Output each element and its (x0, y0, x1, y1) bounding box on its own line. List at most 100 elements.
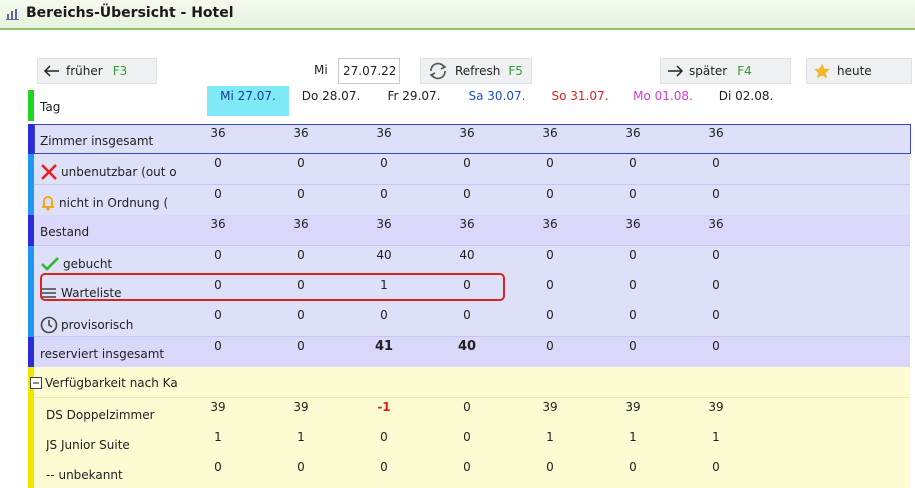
table-cell[interactable]: 0 (676, 308, 756, 322)
table-cell[interactable]: 0 (510, 339, 590, 353)
table-cell[interactable]: 0 (676, 187, 756, 201)
table-cell[interactable]: 0 (178, 460, 258, 474)
table-cell[interactable]: 0 (261, 308, 341, 322)
table-cell[interactable]: 0 (178, 308, 258, 322)
table-cell[interactable]: 0 (593, 339, 673, 353)
table-cell[interactable]: 0 (593, 278, 673, 292)
table-cell[interactable]: 0 (427, 187, 507, 201)
table-cell[interactable]: 1 (178, 430, 258, 444)
table-cell[interactable]: 1 (593, 430, 673, 444)
table-cell[interactable]: 36 (344, 126, 424, 140)
table-row[interactable]: -- unbekannt 0 0 0 0 0 0 0 (28, 458, 910, 488)
table-cell[interactable]: 39 (261, 400, 341, 414)
table-cell[interactable]: 36 (261, 217, 341, 231)
table-row[interactable]: JS Junior Suite 1 1 0 0 1 1 1 (28, 428, 910, 459)
table-cell[interactable]: 0 (676, 156, 756, 170)
table-cell[interactable]: 0 (178, 278, 258, 292)
table-row[interactable]: unbenutzbar (out o0000000 (28, 154, 910, 186)
table-cell[interactable]: 1 (676, 430, 756, 444)
table-cell[interactable]: 36 (593, 217, 673, 231)
table-cell[interactable]: 40 (427, 339, 507, 354)
table-row[interactable]: Warteliste 0 0 1 0 0 0 0 (28, 276, 910, 307)
date-input[interactable] (338, 58, 400, 84)
table-cell[interactable]: 0 (261, 278, 341, 292)
table-cell[interactable]: 40 (427, 248, 507, 262)
table-cell[interactable]: 39 (510, 400, 590, 414)
table-cell[interactable]: 0 (261, 156, 341, 170)
table-cell[interactable]: 0 (344, 430, 424, 444)
table-cell[interactable]: 0 (510, 187, 590, 201)
table-cell[interactable]: 36 (676, 126, 756, 140)
table-cell[interactable]: 41 (344, 339, 424, 354)
table-cell[interactable]: 0 (593, 308, 673, 322)
earlier-button[interactable]: früher F3 (37, 58, 157, 84)
table-cell[interactable]: 36 (427, 217, 507, 231)
table-cell[interactable]: 0 (676, 460, 756, 474)
table-cell[interactable]: 0 (427, 430, 507, 444)
table-cell[interactable]: 36 (261, 126, 341, 140)
table-cell[interactable]: 36 (510, 126, 590, 140)
table-cell[interactable]: 0 (593, 460, 673, 474)
table-cell[interactable]: 39 (676, 400, 756, 414)
table-cell[interactable]: 1 (344, 278, 424, 292)
table-cell[interactable]: 0 (261, 339, 341, 353)
day-header[interactable]: Di 02.08. (705, 86, 787, 116)
table-cell[interactable]: 0 (344, 156, 424, 170)
table-cell[interactable]: 0 (344, 308, 424, 322)
table-cell[interactable]: 1 (261, 430, 341, 444)
table-cell[interactable]: 0 (178, 187, 258, 201)
table-cell[interactable]: 0 (261, 460, 341, 474)
day-header[interactable]: Fr 29.07. (373, 86, 455, 116)
table-cell[interactable]: 0 (510, 278, 590, 292)
table-cell[interactable]: 36 (510, 217, 590, 231)
day-header[interactable]: So 31.07. (539, 86, 621, 116)
table-cell[interactable]: 0 (427, 278, 507, 292)
refresh-button[interactable]: Refresh F5 (420, 58, 532, 84)
table-cell[interactable]: 0 (178, 339, 258, 353)
table-cell[interactable]: 0 (510, 248, 590, 262)
table-cell[interactable]: 0 (427, 400, 507, 414)
table-row[interactable]: Verfügbarkeit nach Ka (28, 367, 910, 399)
table-cell[interactable]: -1 (344, 400, 424, 414)
table-cell[interactable]: 0 (344, 460, 424, 474)
table-cell[interactable]: 0 (593, 248, 673, 262)
table-cell[interactable]: 0 (676, 278, 756, 292)
day-header[interactable]: Mi 27.07. (207, 86, 289, 116)
today-button[interactable]: heute (806, 58, 912, 84)
day-header[interactable]: Sa 30.07. (456, 86, 538, 116)
table-cell[interactable]: 0 (593, 187, 673, 201)
table-cell[interactable]: 1 (510, 430, 590, 444)
table-cell[interactable]: 0 (593, 156, 673, 170)
table-row[interactable]: gebucht 0 0 40 40 0 0 0 (28, 245, 910, 277)
table-cell[interactable]: 36 (178, 126, 258, 140)
table-cell[interactable]: 0 (676, 248, 756, 262)
table-cell[interactable]: 0 (676, 339, 756, 353)
table-cell[interactable]: 0 (510, 308, 590, 322)
table-row[interactable]: nicht in Ordnung (0 0 0 0 0 0 0 (28, 184, 910, 216)
table-cell[interactable]: 0 (344, 187, 424, 201)
table-cell[interactable]: 39 (178, 400, 258, 414)
day-header[interactable]: Do 28.07. (290, 86, 372, 116)
table-row[interactable]: provisorisch 0 0 0 0 0 0 0 (28, 306, 910, 338)
table-cell[interactable]: 36 (178, 217, 258, 231)
table-cell[interactable]: 0 (427, 460, 507, 474)
collapse-icon[interactable] (30, 377, 42, 390)
table-cell[interactable]: 0 (261, 187, 341, 201)
table-cell[interactable]: 0 (427, 308, 507, 322)
table-row[interactable]: Bestand 36 36 36 36 36 36 36 (28, 215, 910, 247)
table-cell[interactable]: 0 (510, 156, 590, 170)
table-cell[interactable]: 36 (344, 217, 424, 231)
day-header[interactable]: Mo 01.08. (622, 86, 704, 116)
table-row[interactable]: Zimmer insgesamt 36 36 36 36 36 36 36 (28, 124, 910, 155)
table-cell[interactable]: 0 (427, 156, 507, 170)
table-row[interactable]: reserviert insgesamt 0 0 41 40 0 0 0 (28, 336, 910, 368)
table-cell[interactable]: 0 (510, 460, 590, 474)
table-cell[interactable]: 36 (676, 217, 756, 231)
table-cell[interactable]: 0 (261, 248, 341, 262)
table-row[interactable]: DS Doppelzimmer 39 39 -1 0 39 39 39 (28, 397, 910, 429)
table-cell[interactable]: 0 (178, 248, 258, 262)
later-button[interactable]: später F4 (660, 58, 791, 84)
table-cell[interactable]: 40 (344, 248, 424, 262)
table-cell[interactable]: 39 (593, 400, 673, 414)
table-cell[interactable]: 0 (178, 156, 258, 170)
